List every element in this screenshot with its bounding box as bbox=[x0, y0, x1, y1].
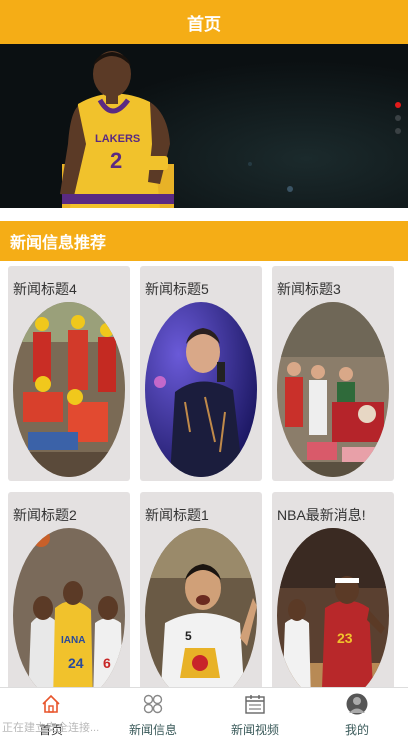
carousel-dot[interactable] bbox=[395, 128, 401, 134]
svg-text:5: 5 bbox=[185, 629, 192, 643]
news-thumbnail[interactable]: 23 bbox=[277, 528, 389, 687]
svg-text:2: 2 bbox=[110, 148, 122, 173]
top-bar: 首页 bbox=[0, 0, 408, 44]
news-thumbnail[interactable] bbox=[145, 302, 257, 477]
banner-image: LAKERS 2 bbox=[0, 44, 408, 208]
section-title: 新闻信息推荐 bbox=[10, 235, 107, 252]
svg-text:IANA: IANA bbox=[61, 635, 85, 646]
svg-text:23: 23 bbox=[337, 630, 353, 646]
news-thumbnail[interactable] bbox=[277, 302, 389, 477]
news-card[interactable]: 新闻标题5 bbox=[140, 266, 262, 481]
svg-text:6: 6 bbox=[103, 655, 111, 671]
grid-icon bbox=[142, 693, 164, 715]
section-header: 新闻信息推荐 bbox=[0, 221, 408, 261]
tab-label: 我的 bbox=[344, 723, 369, 737]
news-card[interactable]: NBA最新消息! 23 bbox=[272, 492, 394, 687]
news-grid: 新闻标题4 新闻标题5 新闻标题3 新闻标题2 IANA 24 6 新闻标题1 … bbox=[0, 261, 408, 687]
news-thumbnail[interactable] bbox=[13, 302, 125, 477]
jersey-text: LAKERS bbox=[95, 133, 140, 145]
carousel-dots bbox=[395, 102, 401, 134]
news-title: 新闻标题4 bbox=[13, 281, 77, 297]
news-card[interactable]: 新闻标题2 IANA 24 6 bbox=[8, 492, 130, 687]
tab-label: 新闻视频 bbox=[230, 723, 279, 737]
news-title: 新闻标题2 bbox=[13, 507, 77, 523]
news-title: 新闻标题3 bbox=[277, 281, 341, 297]
news-thumbnail[interactable]: IANA 24 6 bbox=[13, 528, 125, 687]
tab-mine[interactable]: 我的 bbox=[306, 688, 408, 742]
page-title: 首页 bbox=[187, 14, 221, 34]
calendar-icon bbox=[244, 693, 266, 715]
tab-news-video[interactable]: 新闻视频 bbox=[204, 688, 306, 742]
carousel-dot[interactable] bbox=[395, 102, 401, 108]
carousel-dot[interactable] bbox=[395, 115, 401, 121]
tab-label: 新闻信息 bbox=[128, 723, 177, 737]
news-title: 新闻标题5 bbox=[145, 281, 209, 297]
tab-news-info[interactable]: 新闻信息 bbox=[102, 688, 204, 742]
news-title: NBA最新消息! bbox=[277, 507, 366, 523]
news-title: 新闻标题1 bbox=[145, 507, 209, 523]
news-thumbnail[interactable]: 5 bbox=[145, 528, 257, 687]
status-text: 正在建立安全连接... bbox=[2, 722, 100, 734]
news-card[interactable]: 新闻标题4 bbox=[8, 266, 130, 481]
svg-text:24: 24 bbox=[68, 655, 84, 671]
banner-carousel[interactable]: LAKERS 2 bbox=[0, 44, 408, 208]
news-card[interactable]: 新闻标题3 bbox=[272, 266, 394, 481]
user-icon bbox=[346, 693, 368, 715]
news-card[interactable]: 新闻标题1 5 bbox=[140, 492, 262, 687]
home-icon bbox=[40, 693, 62, 715]
